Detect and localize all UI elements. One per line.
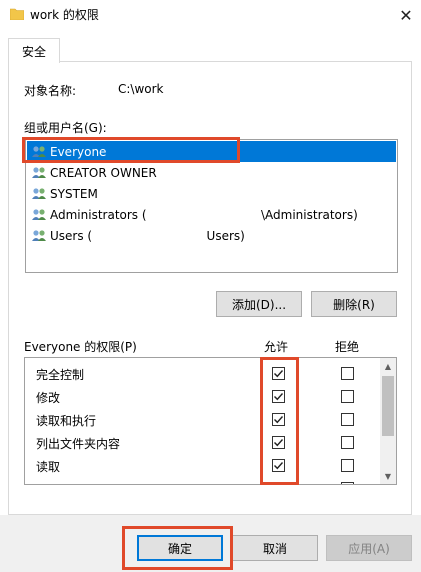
permissions-scrollbar[interactable]: ▲ ▼ [380,358,396,484]
check-icon [274,439,284,447]
list-item-label: Everyone [50,144,107,159]
users-icon [32,145,46,157]
check-icon [274,462,284,470]
deny-checkbox-read[interactable] [341,459,354,472]
list-item-label: CREATOR OWNER [50,165,157,180]
permissions-label: Everyone 的权限(P) [24,340,137,354]
permission-name: 列出文件夹内容 [36,437,121,451]
folder-icon [10,8,24,20]
allow-checkbox-list-folder[interactable] [272,436,285,449]
deny-column-header: 拒绝 [335,340,360,354]
check-icon [274,416,284,424]
allow-checkbox-full-control[interactable] [272,367,285,380]
groups-label: 组或用户名(G): [24,121,107,135]
object-name-label: 对象名称: [24,84,77,98]
users-icon [32,208,46,220]
permission-row-list-folder: 列出文件夹内容 [25,431,382,454]
permission-row-full-control: 完全控制 [25,362,382,385]
scroll-thumb[interactable] [382,376,394,436]
list-item-label: SYSTEM [50,186,98,201]
ok-button[interactable]: 确定 [137,535,223,561]
users-icon [32,187,46,199]
close-button[interactable]: ✕ [391,0,421,30]
users-icon [32,229,46,241]
permission-row-write: 写入 [25,477,382,484]
deny-checkbox-read-execute[interactable] [341,413,354,426]
permission-row-modify: 修改 [25,385,382,408]
close-icon: ✕ [399,5,413,25]
permission-row-read: 读取 [25,454,382,477]
permission-name: 完全控制 [36,368,85,382]
allow-checkbox-read-execute[interactable] [272,413,285,426]
deny-checkbox-full-control[interactable] [341,367,354,380]
window-title: work 的权限 [30,8,99,22]
users-icon [32,166,46,178]
object-name-value: C:\work [118,82,164,96]
deny-checkbox-modify[interactable] [341,390,354,403]
apply-button[interactable]: 应用(A) [326,535,412,561]
title-bar: work 的权限 ✕ [0,0,421,30]
permissions-list[interactable]: 完全控制 修改 读取和执行 列出文件夹内容 读取 写入 [24,357,397,485]
remove-button[interactable]: 删除(R) [311,291,397,317]
permission-name: 修改 [36,391,61,405]
cancel-button[interactable]: 取消 [232,535,318,561]
permission-name: 读取 [36,460,61,474]
list-item-users[interactable]: Users ( Users) [27,225,396,246]
dialog-footer: 确定 取消 应用(A) [0,515,421,572]
allow-checkbox-write[interactable] [272,482,285,484]
list-item-system[interactable]: SYSTEM [27,183,396,204]
list-item-everyone[interactable]: Everyone [27,141,396,162]
allow-column-header: 允许 [264,340,289,354]
list-item-administrators[interactable]: Administrators ( \Administrators) [27,204,396,225]
list-item-label: Users ( Users) [50,228,245,243]
scroll-up-icon[interactable]: ▲ [380,358,396,374]
permission-name: 写入 [36,481,60,484]
add-button[interactable]: 添加(D)... [216,291,302,317]
scroll-down-icon[interactable]: ▼ [380,468,396,484]
allow-checkbox-read[interactable] [272,459,285,472]
deny-checkbox-write[interactable] [341,482,354,484]
deny-checkbox-list-folder[interactable] [341,436,354,449]
list-item-label: Administrators ( \Administrators) [50,207,358,222]
check-icon [274,393,284,401]
tab-security[interactable]: 安全 [8,38,60,63]
permission-name: 读取和执行 [36,414,97,428]
group-user-list[interactable]: Everyone CREATOR OWNER SYSTEM Administra… [25,139,398,273]
permission-row-read-execute: 读取和执行 [25,408,382,431]
allow-checkbox-modify[interactable] [272,390,285,403]
list-item-creator-owner[interactable]: CREATOR OWNER [27,162,396,183]
tab-strip: 安全 [0,30,421,63]
check-icon [274,370,284,378]
